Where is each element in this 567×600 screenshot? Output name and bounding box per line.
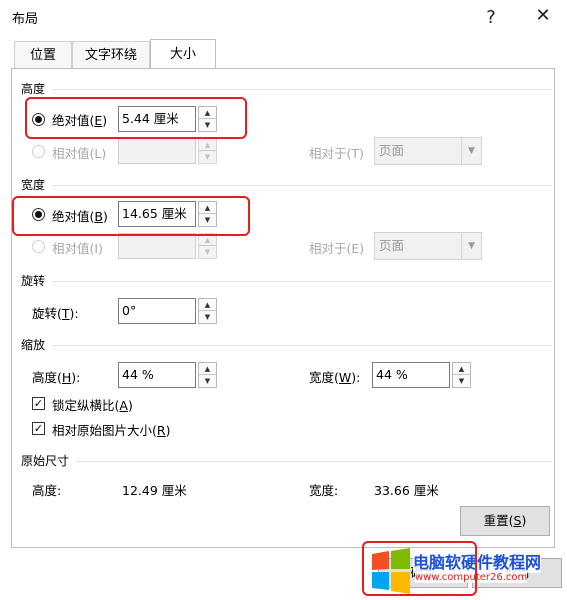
tab-size[interactable]: 大小 bbox=[150, 39, 216, 69]
width-section-title: 宽度 bbox=[21, 178, 46, 192]
height-section-title: 高度 bbox=[21, 82, 46, 96]
spin-up-icon[interactable]: ▲ bbox=[199, 363, 216, 375]
original-width-value: 33.66 厘米 bbox=[374, 483, 439, 498]
rotation-input[interactable]: 0° bbox=[118, 298, 196, 324]
spin-up-icon[interactable]: ▲ bbox=[453, 363, 470, 375]
width-relative-label: 相对值(I) bbox=[52, 241, 103, 256]
original-width-label: 宽度: bbox=[309, 483, 339, 498]
rotation-label: 旋转(T): bbox=[32, 306, 79, 321]
spin-down-icon[interactable]: ▼ bbox=[199, 246, 216, 258]
select-value: 页面 bbox=[379, 143, 405, 158]
section-divider bbox=[52, 185, 552, 186]
select-value: 页面 bbox=[379, 238, 405, 253]
checkmark-icon: ✓ bbox=[33, 397, 44, 410]
height-relative-to-select[interactable]: 页面 ▼ bbox=[374, 137, 482, 165]
height-highlight-box bbox=[25, 97, 247, 139]
width-highlight-box bbox=[12, 196, 250, 236]
lock-aspect-ratio-checkbox[interactable]: ✓ bbox=[32, 397, 45, 410]
spin-down-icon[interactable]: ▼ bbox=[199, 375, 216, 387]
tab-label: 大小 bbox=[169, 47, 196, 62]
spin-up-icon[interactable]: ▲ bbox=[199, 299, 216, 311]
spin-down-icon[interactable]: ▼ bbox=[199, 311, 216, 323]
spin-up-icon[interactable]: ▲ bbox=[199, 139, 216, 151]
relative-original-size-label: 相对原始图片大小(R) bbox=[52, 423, 171, 438]
tab-position[interactable]: 位置 bbox=[14, 41, 72, 69]
chevron-down-icon: ▼ bbox=[461, 138, 481, 164]
reset-button[interactable]: 重置(S) bbox=[460, 506, 550, 536]
scale-height-spinner[interactable]: ▲ ▼ bbox=[198, 362, 217, 388]
width-relative-input[interactable] bbox=[118, 233, 196, 259]
spin-down-icon[interactable]: ▼ bbox=[199, 151, 216, 163]
section-divider bbox=[76, 461, 552, 462]
close-button[interactable]: ✕ bbox=[532, 6, 554, 26]
help-button[interactable]: ? bbox=[480, 8, 502, 28]
scale-width-label: 宽度(W): bbox=[309, 370, 361, 385]
height-relative-input[interactable] bbox=[118, 138, 196, 164]
original-size-section-title: 原始尺寸 bbox=[21, 454, 70, 468]
scale-width-spinner[interactable]: ▲ ▼ bbox=[452, 362, 471, 388]
relative-original-size-checkbox[interactable]: ✓ bbox=[32, 422, 45, 435]
original-height-label: 高度: bbox=[32, 483, 62, 498]
lock-aspect-ratio-label: 锁定纵横比(A) bbox=[52, 398, 133, 413]
height-relative-radio[interactable] bbox=[32, 145, 45, 158]
width-relative-to-select[interactable]: 页面 ▼ bbox=[374, 232, 482, 260]
height-relative-spinner[interactable]: ▲ ▼ bbox=[198, 138, 217, 164]
scale-height-input[interactable]: 44 % bbox=[118, 362, 196, 388]
section-divider bbox=[52, 281, 552, 282]
rotation-spinner[interactable]: ▲ ▼ bbox=[198, 298, 217, 324]
rotation-section-title: 旋转 bbox=[21, 274, 46, 288]
tab-label: 位置 bbox=[29, 48, 56, 63]
scale-width-input[interactable]: 44 % bbox=[372, 362, 450, 388]
spin-down-icon[interactable]: ▼ bbox=[453, 375, 470, 387]
section-divider bbox=[52, 89, 552, 90]
chevron-down-icon: ▼ bbox=[461, 233, 481, 259]
dialog-title: 布局 bbox=[12, 12, 39, 27]
tab-label: 文字环绕 bbox=[84, 48, 137, 63]
section-divider bbox=[52, 345, 552, 346]
width-relative-radio[interactable] bbox=[32, 240, 45, 253]
width-relative-spinner[interactable]: ▲ ▼ bbox=[198, 233, 217, 259]
height-relative-label: 相对值(L) bbox=[52, 146, 107, 161]
tab-text-wrapping[interactable]: 文字环绕 bbox=[72, 41, 150, 69]
scale-height-label: 高度(H): bbox=[32, 370, 81, 385]
original-height-value: 12.49 厘米 bbox=[122, 483, 187, 498]
checkmark-icon: ✓ bbox=[33, 422, 44, 435]
width-relative-to-label: 相对于(E) bbox=[309, 241, 365, 256]
ok-highlight-box bbox=[362, 541, 477, 596]
scale-section-title: 缩放 bbox=[21, 338, 46, 352]
height-relative-to-label: 相对于(T) bbox=[309, 146, 364, 161]
